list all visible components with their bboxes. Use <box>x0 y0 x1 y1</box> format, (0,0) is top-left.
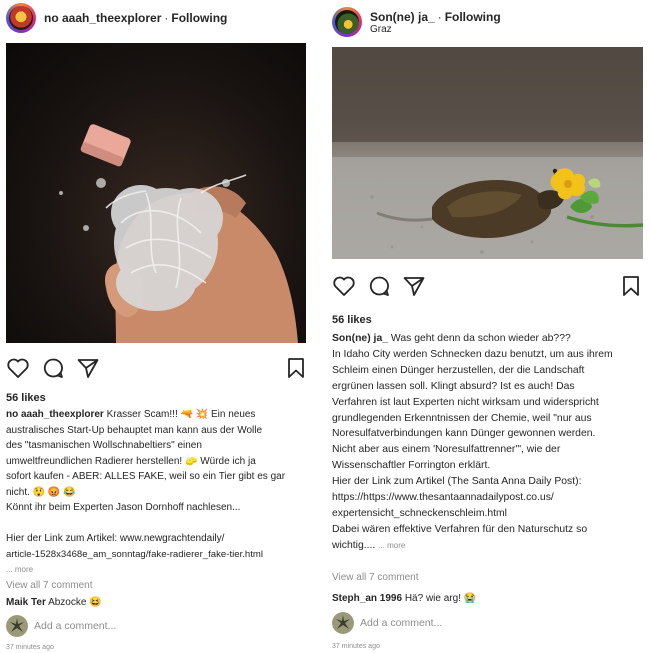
following-label[interactable]: Following <box>445 10 501 24</box>
share-icon[interactable] <box>402 275 426 297</box>
user-avatar <box>332 612 354 634</box>
post-right: Son(ne) ja_ · Following Graz 56 likes So… <box>326 0 649 653</box>
caption-line: no aaah_theexplorer Krasser Scam!!! 🔫 💥 … <box>6 407 306 423</box>
caption-line: Könnt ihr beim Experten Jason Dornhoff n… <box>6 502 241 513</box>
more-link[interactable]: ... more <box>6 562 306 578</box>
caption-line: Schleim einen Dünger herzustellen, der d… <box>332 364 585 376</box>
avatar[interactable] <box>6 3 36 33</box>
post-left: no aaah_theexplorer · Following 56 likes… <box>0 0 312 653</box>
bookmark-icon[interactable] <box>621 275 641 297</box>
user-avatar <box>6 615 28 637</box>
caption-line: umweltfreundlichen Radierer herstellen! … <box>6 455 256 467</box>
caption: no aaah_theexplorer Krasser Scam!!! 🔫 💥 … <box>6 407 306 578</box>
comment-username[interactable]: Maik Ter <box>6 597 46 608</box>
location[interactable]: Graz <box>370 24 501 35</box>
caption-username[interactable]: no aaah_theexplorer <box>6 409 104 420</box>
comment: Steph_an 1996 Hä? wie arg! 😭 <box>332 593 476 604</box>
likes-count[interactable]: 56 likes <box>332 314 372 326</box>
comment-text: Hä? wie arg! 😭 <box>404 593 477 604</box>
action-bar <box>6 357 306 385</box>
caption-line: grundlegenden Erkenntnissen der Chemie, … <box>332 412 592 424</box>
separator: · <box>437 9 442 24</box>
caption-line: Hier der Link zum Artikel: www.newgracht… <box>6 533 225 544</box>
caption-line: Verfahren ist laut Experten nicht wirksa… <box>332 396 599 408</box>
caption: Son(ne) ja_ Was geht denn da schon wiede… <box>332 331 643 554</box>
timestamp: 37 minutes ago <box>6 644 54 651</box>
following-label[interactable]: Following <box>171 11 227 25</box>
share-icon[interactable] <box>76 357 100 379</box>
timestamp: 37 minutes ago <box>332 643 380 650</box>
caption-line: Dabei wären effektive Verfahren für den … <box>332 523 588 535</box>
caption-line: sofort kaufen - ABER: ALLES FAKE, weil s… <box>6 471 286 482</box>
avatar[interactable] <box>332 7 362 37</box>
caption-line: Noresulfatverbindungen kann Dünger gewon… <box>332 428 596 440</box>
caption-line: In Idaho City werden Schnecken dazu benu… <box>332 348 613 360</box>
add-comment-row <box>6 615 306 637</box>
separator: · <box>164 11 169 25</box>
caption-line: ergrünen lassen soll. Klingt absurd? Ist… <box>332 380 575 392</box>
caption-line: nicht. 😲 😡 😂 <box>6 486 76 498</box>
post-header: Son(ne) ja_ · Following Graz <box>332 4 643 40</box>
more-link[interactable]: ... more <box>378 541 405 550</box>
post-image-eraser-wool[interactable] <box>6 43 306 343</box>
caption-line: expertensicht_schneckenschleim.html <box>332 507 507 519</box>
post-header: no aaah_theexplorer · Following <box>6 0 306 36</box>
header-text: no aaah_theexplorer · Following <box>44 11 227 25</box>
comment-icon[interactable] <box>41 357 65 379</box>
post-image-slug-flower[interactable] <box>332 47 643 259</box>
caption-text: Krasser Scam!!! 🔫 💥 Ein neues <box>106 409 256 420</box>
add-comment-input[interactable] <box>34 620 214 632</box>
caption-line: article-1528x3468e_am_sonntag/fake-radie… <box>6 548 264 560</box>
heart-icon[interactable] <box>6 357 30 379</box>
heart-icon[interactable] <box>332 275 356 297</box>
caption-line: wichtig.... ... more <box>332 538 643 554</box>
comment-icon[interactable] <box>367 275 391 297</box>
caption-line: https://https://www.thesantaannadailypos… <box>332 492 554 504</box>
caption-line: Hier der Link zum Artikel (The Santa Ann… <box>332 476 582 488</box>
caption-line <box>6 516 306 532</box>
caption-line: Nicht aber aus einem 'Noresulfattrenner'… <box>332 444 561 456</box>
caption-line: des "tasmanischen Wollschnabeltiers" ein… <box>6 440 202 451</box>
caption-line: Son(ne) ja_ Was geht denn da schon wiede… <box>332 331 643 347</box>
caption-text: wichtig.... <box>332 539 376 551</box>
comment-text: Abzocke 😆 <box>48 597 102 608</box>
caption-text: Was geht denn da schon wieder ab??? <box>390 333 571 344</box>
username[interactable]: Son(ne) ja_ <box>370 10 435 24</box>
likes-count[interactable]: 56 likes <box>6 392 46 404</box>
caption-line: Wissenschaftler Forrington erklärt. <box>332 460 491 472</box>
comment-username[interactable]: Steph_an 1996 <box>332 593 402 604</box>
caption-username[interactable]: Son(ne) ja_ <box>332 333 388 344</box>
caption-line: australisches Start-Up behauptet man kan… <box>6 424 263 436</box>
slug-flower-illustration <box>332 47 643 259</box>
view-all-comments[interactable]: View all 7 comment <box>332 572 419 583</box>
add-comment-row <box>332 612 643 634</box>
eraser-wool-illustration <box>59 124 298 343</box>
bookmark-icon[interactable] <box>286 357 306 379</box>
comment: Maik Ter Abzocke 😆 <box>6 597 102 608</box>
username[interactable]: no aaah_theexplorer <box>44 11 161 25</box>
add-comment-input[interactable] <box>360 617 540 629</box>
action-bar <box>332 275 643 303</box>
view-all-comments[interactable]: View all 7 comment <box>6 580 93 591</box>
header-text: Son(ne) ja_ · Following Graz <box>370 10 501 35</box>
